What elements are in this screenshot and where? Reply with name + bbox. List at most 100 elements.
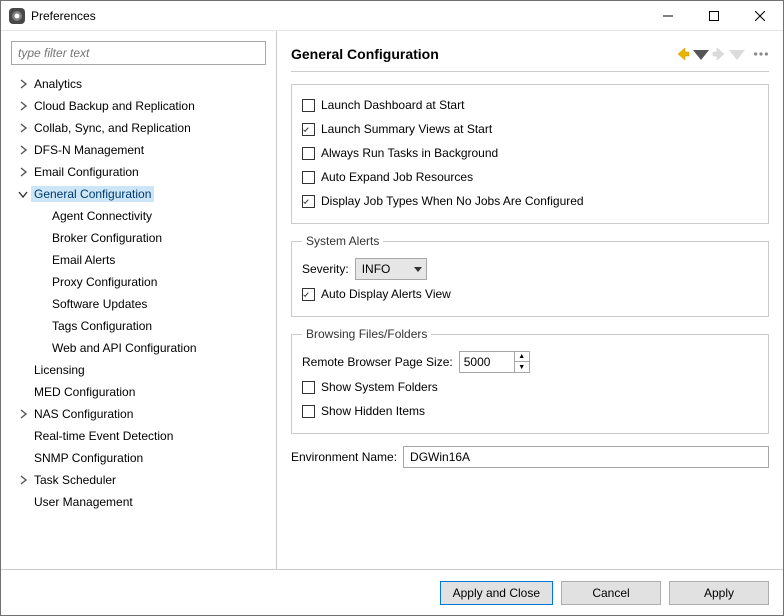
tree-item-label: Collab, Sync, and Replication: [31, 120, 194, 136]
general-option-row[interactable]: Launch Dashboard at Start: [302, 93, 758, 117]
general-option-checkbox[interactable]: [302, 171, 315, 184]
back-icon[interactable]: [675, 46, 691, 62]
system-alerts-group: System Alerts Severity: INFO: [291, 234, 769, 317]
severity-label: Severity:: [302, 262, 349, 276]
tree-item-label: Email Configuration: [31, 164, 142, 180]
apply-button[interactable]: Apply: [669, 581, 769, 605]
general-option-checkbox[interactable]: [302, 123, 315, 136]
severity-select[interactable]: INFO: [355, 258, 428, 280]
tree-item[interactable]: SNMP Configuration: [9, 447, 272, 469]
show-hidden-items-checkbox[interactable]: [302, 405, 315, 418]
tree-item[interactable]: Analytics: [9, 73, 272, 95]
minimize-button[interactable]: [645, 1, 691, 31]
tree-spacer: [33, 274, 49, 290]
maximize-button[interactable]: [691, 1, 737, 31]
auto-display-alerts-row[interactable]: Auto Display Alerts View: [302, 282, 758, 306]
content-header: General Configuration: [291, 41, 769, 67]
auto-display-alerts-checkbox[interactable]: [302, 288, 315, 301]
header-toolbar: [675, 46, 769, 62]
dialog-footer: Apply and Close Cancel Apply: [1, 569, 783, 615]
tree-spacer: [15, 362, 31, 378]
tree-item-label: Email Alerts: [49, 252, 118, 268]
tree-item-label: Task Scheduler: [31, 472, 119, 488]
tree-item[interactable]: User Management: [9, 491, 272, 513]
system-alerts-legend: System Alerts: [302, 234, 383, 248]
tree-item[interactable]: Task Scheduler: [9, 469, 272, 491]
content-pane: General Configuration: [277, 31, 783, 569]
tree-item[interactable]: Licensing: [9, 359, 272, 381]
view-menu-icon[interactable]: [753, 46, 769, 62]
tree-item[interactable]: General Configuration: [9, 183, 272, 205]
general-option-row[interactable]: Display Job Types When No Jobs Are Confi…: [302, 189, 758, 213]
tree-item[interactable]: Collab, Sync, and Replication: [9, 117, 272, 139]
chevron-down-icon: [414, 262, 422, 276]
environment-name-label: Environment Name:: [291, 450, 397, 464]
tree-spacer: [33, 340, 49, 356]
tree-item[interactable]: Email Alerts: [9, 249, 272, 271]
tree-item-label: Analytics: [31, 76, 85, 92]
tree-item[interactable]: DFS-N Management: [9, 139, 272, 161]
general-option-row[interactable]: Always Run Tasks in Background: [302, 141, 758, 165]
tree-expand-icon[interactable]: [15, 472, 31, 488]
tree-item[interactable]: Web and API Configuration: [9, 337, 272, 359]
tree-item[interactable]: Agent Connectivity: [9, 205, 272, 227]
page-size-input[interactable]: [460, 352, 514, 372]
tree-item-label: User Management: [31, 494, 136, 510]
cancel-button[interactable]: Cancel: [561, 581, 661, 605]
severity-value: INFO: [362, 262, 391, 276]
spinner-up-icon[interactable]: ▲: [515, 352, 529, 362]
tree-item-label: General Configuration: [31, 186, 154, 202]
tree-item-label: Real-time Event Detection: [31, 428, 176, 444]
tree-expand-icon[interactable]: [15, 406, 31, 422]
environment-name-input[interactable]: [403, 446, 769, 468]
spinner-down-icon[interactable]: ▼: [515, 362, 529, 372]
show-hidden-items-label: Show Hidden Items: [321, 404, 425, 418]
header-divider: [291, 71, 769, 72]
general-option-label: Auto Expand Job Resources: [321, 170, 473, 184]
tree-expand-icon[interactable]: [15, 164, 31, 180]
tree-item[interactable]: Software Updates: [9, 293, 272, 315]
show-system-folders-label: Show System Folders: [321, 380, 438, 394]
tree-collapse-icon[interactable]: [15, 186, 31, 202]
tree-expand-icon[interactable]: [15, 98, 31, 114]
tree-item[interactable]: Email Configuration: [9, 161, 272, 183]
auto-display-alerts-label: Auto Display Alerts View: [321, 287, 451, 301]
tree-item-label: MED Configuration: [31, 384, 138, 400]
tree-item[interactable]: Broker Configuration: [9, 227, 272, 249]
close-button[interactable]: [737, 1, 783, 31]
general-option-row[interactable]: Launch Summary Views at Start: [302, 117, 758, 141]
tree-item-label: DFS-N Management: [31, 142, 147, 158]
show-system-folders-checkbox[interactable]: [302, 381, 315, 394]
tree-expand-icon[interactable]: [15, 142, 31, 158]
tree-item[interactable]: MED Configuration: [9, 381, 272, 403]
tree-item-label: Tags Configuration: [49, 318, 155, 334]
tree-item[interactable]: NAS Configuration: [9, 403, 272, 425]
tree-item-label: Web and API Configuration: [49, 340, 200, 356]
browsing-legend: Browsing Files/Folders: [302, 327, 431, 341]
tree-item[interactable]: Real-time Event Detection: [9, 425, 272, 447]
general-option-checkbox[interactable]: [302, 147, 315, 160]
page-size-spinner[interactable]: ▲ ▼: [459, 351, 530, 373]
tree-spacer: [15, 384, 31, 400]
tree-item-label: SNMP Configuration: [31, 450, 146, 466]
back-menu-icon[interactable]: [693, 46, 709, 62]
tree-spacer: [33, 230, 49, 246]
form-area: Launch Dashboard at StartLaunch Summary …: [291, 80, 769, 569]
show-system-folders-row[interactable]: Show System Folders: [302, 375, 758, 399]
tree-item[interactable]: Tags Configuration: [9, 315, 272, 337]
titlebar: Preferences: [1, 1, 783, 31]
general-option-checkbox[interactable]: [302, 195, 315, 208]
general-option-row[interactable]: Auto Expand Job Resources: [302, 165, 758, 189]
apply-and-close-button[interactable]: Apply and Close: [440, 581, 553, 605]
tree-expand-icon[interactable]: [15, 76, 31, 92]
tree-item[interactable]: Cloud Backup and Replication: [9, 95, 272, 117]
forward-menu-icon: [729, 46, 745, 62]
category-tree[interactable]: Analytics Cloud Backup and Replication Col…: [5, 73, 272, 563]
general-option-label: Display Job Types When No Jobs Are Confi…: [321, 194, 584, 208]
tree-spacer: [15, 494, 31, 510]
filter-input[interactable]: [11, 41, 266, 65]
general-option-checkbox[interactable]: [302, 99, 315, 112]
tree-item[interactable]: Proxy Configuration: [9, 271, 272, 293]
tree-expand-icon[interactable]: [15, 120, 31, 136]
show-hidden-items-row[interactable]: Show Hidden Items: [302, 399, 758, 423]
